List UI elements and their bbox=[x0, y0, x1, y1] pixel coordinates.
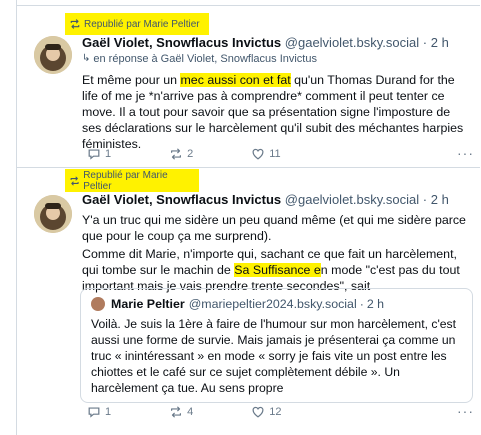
repost-indicator[interactable]: Republié par Marie Peltier bbox=[65, 13, 209, 35]
feed-post[interactable]: Republié par Marie Peltier Gaël Violet, … bbox=[17, 169, 480, 435]
highlighted-text: Sa Suffisance e bbox=[234, 263, 321, 277]
post-text: Et même pour un mec aussi con et fat qu'… bbox=[82, 72, 468, 152]
quote-time: 2 h bbox=[366, 297, 385, 311]
separator: · bbox=[422, 35, 428, 50]
like-button[interactable]: 11 bbox=[251, 147, 281, 161]
feed-post[interactable]: Republié par Marie Peltier Gaël Violet, … bbox=[17, 8, 480, 168]
reply-icon bbox=[88, 407, 100, 418]
reply-count: 1 bbox=[105, 406, 112, 418]
quote-author-handle: @mariepeltier2024.bsky.social bbox=[188, 297, 357, 311]
like-button[interactable]: 12 bbox=[251, 405, 282, 419]
reply-context[interactable]: ↳ en réponse à Gaël Violet, Snowflacus I… bbox=[82, 52, 468, 66]
repost-icon bbox=[70, 19, 80, 29]
repost-button[interactable]: 2 bbox=[169, 147, 193, 161]
post-text-part: Et même pour un bbox=[82, 73, 181, 87]
quote-avatar bbox=[91, 297, 105, 311]
more-icon[interactable]: ··· bbox=[457, 403, 474, 419]
author-handle[interactable]: @gaelviolet.bsky.social bbox=[285, 35, 419, 50]
post-time[interactable]: 2 h bbox=[431, 192, 449, 207]
quote-text: Voilà. Je suis la 1ère à faire de l'humo… bbox=[91, 317, 457, 395]
post-paragraph: Y'a un truc qui me sidère un peu quand m… bbox=[82, 213, 466, 243]
quoted-post[interactable]: Marie Peltier @mariepeltier2024.bsky.soc… bbox=[80, 288, 473, 403]
repost-button[interactable]: 4 bbox=[169, 405, 193, 419]
repost-icon bbox=[171, 148, 182, 160]
author-handle[interactable]: @gaelviolet.bsky.social bbox=[285, 192, 419, 207]
avatar[interactable] bbox=[34, 36, 72, 74]
author-name[interactable]: Gaël Violet, Snowflacus Invictus bbox=[82, 192, 281, 207]
like-icon bbox=[252, 148, 264, 160]
avatar-image bbox=[34, 195, 72, 233]
like-count: 11 bbox=[269, 148, 281, 160]
post-header: Gaël Violet, Snowflacus Invictus @gaelvi… bbox=[82, 191, 468, 208]
post-text: Y'a un truc qui me sidère un peu quand m… bbox=[82, 212, 468, 294]
like-icon bbox=[252, 406, 264, 418]
post-content: Gaël Violet, Snowflacus Invictus @gaelvi… bbox=[82, 34, 468, 154]
reply-arrow-icon: ↳ bbox=[82, 53, 91, 64]
reply-count: 1 bbox=[105, 148, 112, 160]
post-actions: 1 2 11 bbox=[87, 147, 339, 161]
avatar-image bbox=[34, 36, 72, 74]
reply-to-label: en réponse à Gaël Violet, Snowflacus Inv… bbox=[93, 53, 317, 65]
post-header: Gaël Violet, Snowflacus Invictus @gaelvi… bbox=[82, 34, 468, 51]
separator: · bbox=[422, 192, 428, 207]
reply-button[interactable]: 1 bbox=[87, 147, 111, 161]
highlighted-text: mec aussi con et fat bbox=[180, 73, 291, 87]
repost-label: Republié par Marie Peltier bbox=[83, 169, 168, 192]
post-actions: 1 4 12 bbox=[87, 405, 340, 419]
repost-label: Republié par Marie Peltier bbox=[84, 18, 200, 30]
quote-header: Marie Peltier @mariepeltier2024.bsky.soc… bbox=[91, 296, 462, 312]
repost-count: 4 bbox=[187, 406, 194, 418]
repost-icon bbox=[171, 406, 182, 418]
separator: · bbox=[359, 297, 364, 311]
author-name[interactable]: Gaël Violet, Snowflacus Invictus bbox=[82, 35, 281, 50]
reply-button[interactable]: 1 bbox=[87, 405, 111, 419]
more-icon[interactable]: ··· bbox=[457, 145, 474, 161]
like-count: 12 bbox=[269, 406, 282, 418]
post-time[interactable]: 2 h bbox=[431, 35, 449, 50]
repost-icon bbox=[70, 176, 79, 185]
repost-count: 2 bbox=[187, 148, 194, 160]
repost-indicator[interactable]: Republié par Marie Peltier bbox=[65, 169, 199, 192]
reply-icon bbox=[88, 149, 100, 160]
avatar[interactable] bbox=[34, 195, 72, 233]
post-content: Gaël Violet, Snowflacus Invictus @gaelvi… bbox=[82, 191, 468, 296]
quote-author-name: Marie Peltier bbox=[111, 297, 185, 311]
